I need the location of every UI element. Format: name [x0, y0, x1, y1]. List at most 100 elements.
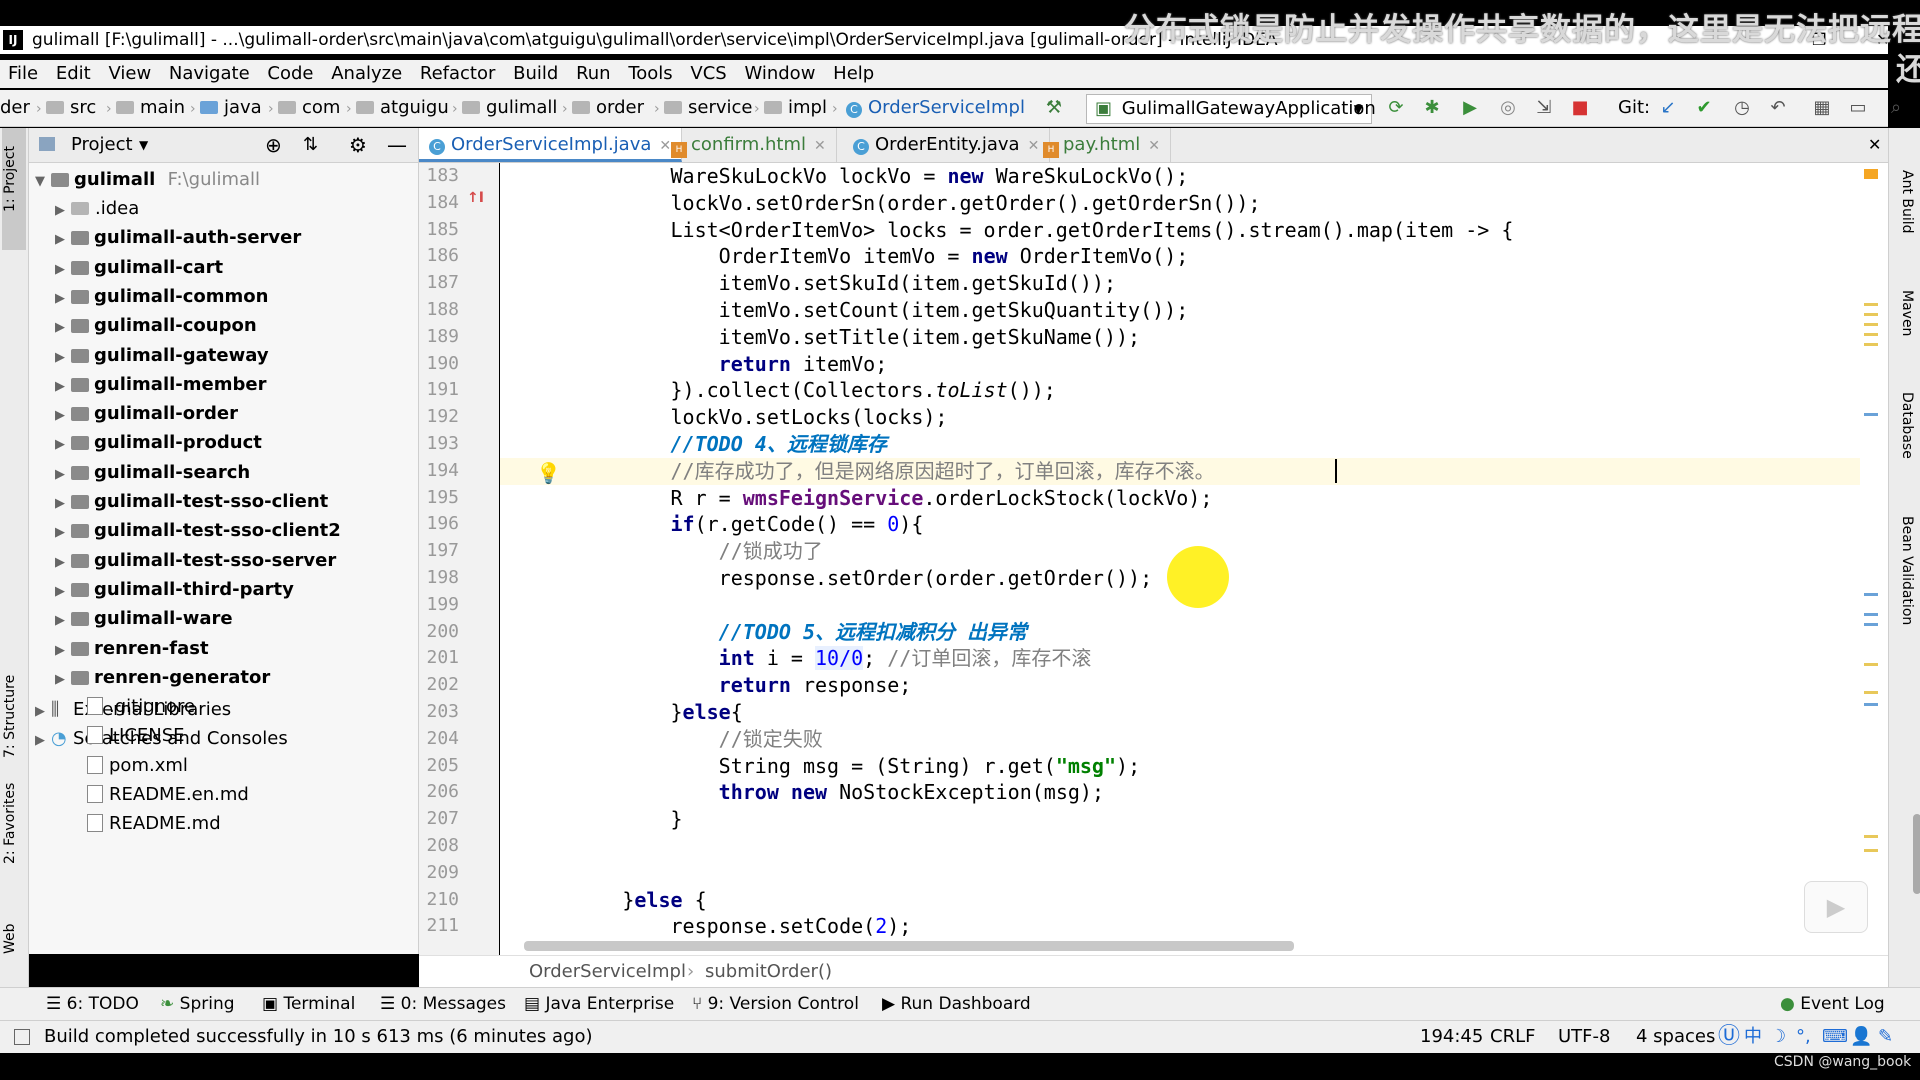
ime-punct-icon[interactable]: °,	[1796, 1021, 1811, 1053]
menu-refactor[interactable]: Refactor	[420, 60, 496, 88]
menu-tools[interactable]: Tools	[628, 60, 672, 88]
project-view-select[interactable]: Project	[71, 128, 133, 162]
expand-arrow-icon[interactable]: ▶	[55, 577, 71, 606]
project-tool-button[interactable]: 1: Project	[2, 146, 18, 212]
rerun-icon[interactable]: ⟳	[1386, 98, 1406, 118]
collapse-all-icon[interactable]: ⇅	[303, 128, 318, 162]
todo-marker[interactable]	[1864, 313, 1878, 316]
todo-tool-button[interactable]: ☰ 6: TODO	[46, 988, 139, 1020]
git-update-icon[interactable]: ↙	[1658, 98, 1678, 118]
tree-item-renren-fast[interactable]: ▶ renren-fast	[55, 634, 209, 663]
menu-edit[interactable]: Edit	[56, 60, 91, 88]
version-control-tool-button[interactable]: ⑂ 9: Version Control	[692, 988, 859, 1020]
tab-confirm-html[interactable]: Hconfirm.html ✕	[661, 128, 837, 162]
expand-arrow-icon[interactable]: ▶	[55, 343, 71, 372]
vertical-scrollbar[interactable]	[1913, 814, 1920, 894]
error-stripe[interactable]	[1864, 163, 1880, 955]
menu-view[interactable]: View	[108, 60, 151, 88]
menu-vcs[interactable]: VCS	[690, 60, 726, 88]
bean-validation-tool-button[interactable]: Bean Validation	[1899, 516, 1915, 625]
search-icon[interactable]: ⌕	[1886, 98, 1906, 118]
tree-item-readme-en-md[interactable]: README.en.md	[87, 780, 249, 809]
menu-window[interactable]: Window	[744, 60, 815, 88]
expand-arrow-icon[interactable]: ▶	[55, 636, 71, 665]
tree-item-gulimall-auth-server[interactable]: ▶ gulimall-auth-server	[55, 223, 301, 252]
tree-item--gitignore[interactable]: .gitignore	[87, 692, 195, 721]
tree-item-gulimall-product[interactable]: ▶ gulimall-product	[55, 428, 262, 457]
tree-item-gulimall-member[interactable]: ▶ gulimall-member	[55, 370, 266, 399]
crumb-orderserviceimpl[interactable]: C OrderServiceImpl	[846, 90, 1025, 126]
ime-tools-icon[interactable]: ✎	[1878, 1021, 1893, 1053]
tree-item-gulimall-coupon[interactable]: ▶ gulimall-coupon	[55, 311, 257, 340]
ime-keyboard-icon[interactable]: ⌨	[1822, 1021, 1848, 1053]
tree-item-gulimall-third-party[interactable]: ▶ gulimall-third-party	[55, 575, 294, 604]
gear-icon[interactable]: ⚙	[349, 128, 367, 162]
history-icon[interactable]: ◷	[1732, 98, 1752, 118]
crumb-impl[interactable]: impl	[764, 90, 827, 126]
menu-run[interactable]: Run	[576, 60, 611, 88]
ant-build-tool-button[interactable]: Ant Build	[1899, 170, 1915, 234]
messages-tool-button[interactable]: ☰ 0: Messages	[380, 988, 506, 1020]
git-commit-icon[interactable]: ✔	[1694, 98, 1714, 118]
expand-arrow-icon[interactable]: ▶	[55, 401, 71, 430]
caret-position[interactable]: 194:45	[1420, 1021, 1483, 1053]
profile-icon[interactable]: ◎	[1498, 98, 1518, 118]
tree-item-gulimall-gateway[interactable]: ▶ gulimall-gateway	[55, 341, 269, 370]
terminal-tool-button[interactable]: ▣ Terminal	[262, 988, 355, 1020]
event-log-tool-button[interactable]: ● Event Log	[1780, 988, 1885, 1020]
layout-icon[interactable]: ▭	[1848, 98, 1868, 118]
database-tool-button[interactable]: Database	[1899, 392, 1915, 459]
tree-item-gulimall-test-sso-client[interactable]: ▶ gulimall-test-sso-client	[55, 487, 328, 516]
spring-tool-button[interactable]: ❧ Spring	[160, 988, 235, 1020]
expand-arrow-icon[interactable]: ▶	[55, 255, 71, 284]
stop-icon[interactable]: ■	[1570, 98, 1590, 118]
web-tool-button[interactable]: Web	[2, 923, 18, 954]
run-dashboard-tool-button[interactable]: ▶ Run Dashboard	[882, 988, 1031, 1020]
structure-tool-button[interactable]: 7: Structure	[2, 675, 18, 758]
info-marker[interactable]	[1864, 623, 1878, 626]
status-message[interactable]: Build completed successfully in 10 s 613…	[44, 1021, 593, 1053]
ime-moon-icon[interactable]: ☽	[1770, 1021, 1786, 1053]
expand-arrow-icon[interactable]: ▶	[35, 697, 51, 726]
menu-analyze[interactable]: Analyze	[331, 60, 402, 88]
tree-item-gulimall-ware[interactable]: ▶ gulimall-ware	[55, 604, 233, 633]
tree-item-gulimall-test-sso-server[interactable]: ▶ gulimall-test-sso-server	[55, 546, 336, 575]
hide-panel-icon[interactable]: —	[387, 128, 407, 162]
horizontal-scrollbar[interactable]	[524, 941, 1294, 951]
breadcrumb-class[interactable]: OrderServiceImpl	[529, 956, 686, 988]
indent-setting[interactable]: 4 spaces	[1636, 1021, 1715, 1053]
warning-marker[interactable]	[1864, 169, 1878, 179]
tree-item-gulimall-search[interactable]: ▶ gulimall-search	[55, 458, 250, 487]
expand-arrow-icon[interactable]: ▶	[55, 606, 71, 635]
run-config-select[interactable]: ▣ GulimallGatewayApplication ▼	[1086, 94, 1376, 124]
crumb-gulimall[interactable]: gulimall	[462, 90, 557, 126]
crumb-service[interactable]: service	[664, 90, 752, 126]
expand-arrow-icon[interactable]: ▶	[55, 372, 71, 401]
todo-marker[interactable]	[1864, 333, 1878, 336]
crumb-main[interactable]: main	[116, 90, 185, 126]
tab-orderentity[interactable]: C OrderEntity.java ✕	[843, 128, 1051, 162]
attach-icon[interactable]: ⇲	[1534, 98, 1554, 118]
info-marker[interactable]	[1864, 413, 1878, 416]
crumb-order[interactable]: order	[572, 90, 644, 126]
tree-item-gulimall-order[interactable]: ▶ gulimall-order	[55, 399, 238, 428]
menu-navigate[interactable]: Navigate	[169, 60, 250, 88]
menu-file[interactable]: File	[8, 60, 38, 88]
crumb-java[interactable]: java	[200, 90, 262, 126]
close-icon[interactable]: ✕	[814, 138, 826, 154]
crumb-com[interactable]: com	[278, 90, 340, 126]
maven-tool-button[interactable]: Maven	[1899, 290, 1915, 336]
file-encoding[interactable]: UTF-8	[1558, 1021, 1610, 1053]
menu-build[interactable]: Build	[513, 60, 558, 88]
crumb-src[interactable]: src	[46, 90, 96, 126]
line-separator[interactable]: CRLF	[1490, 1021, 1535, 1053]
tree-item-gulimall-test-sso-client2[interactable]: ▶ gulimall-test-sso-client2	[55, 516, 341, 545]
java-enterprise-tool-button[interactable]: ▤ Java Enterprise	[524, 988, 674, 1020]
tree-item-license[interactable]: LICENSE	[87, 721, 185, 750]
expand-arrow-icon[interactable]: ▶	[55, 460, 71, 489]
expand-arrow-icon[interactable]: ▶	[55, 225, 71, 254]
todo-marker[interactable]	[1864, 663, 1878, 666]
tree-root[interactable]: ▼ gulimall F:\gulimall	[35, 165, 260, 194]
breadcrumb-method[interactable]: submitOrder()	[705, 956, 832, 988]
info-marker[interactable]	[1864, 593, 1878, 596]
